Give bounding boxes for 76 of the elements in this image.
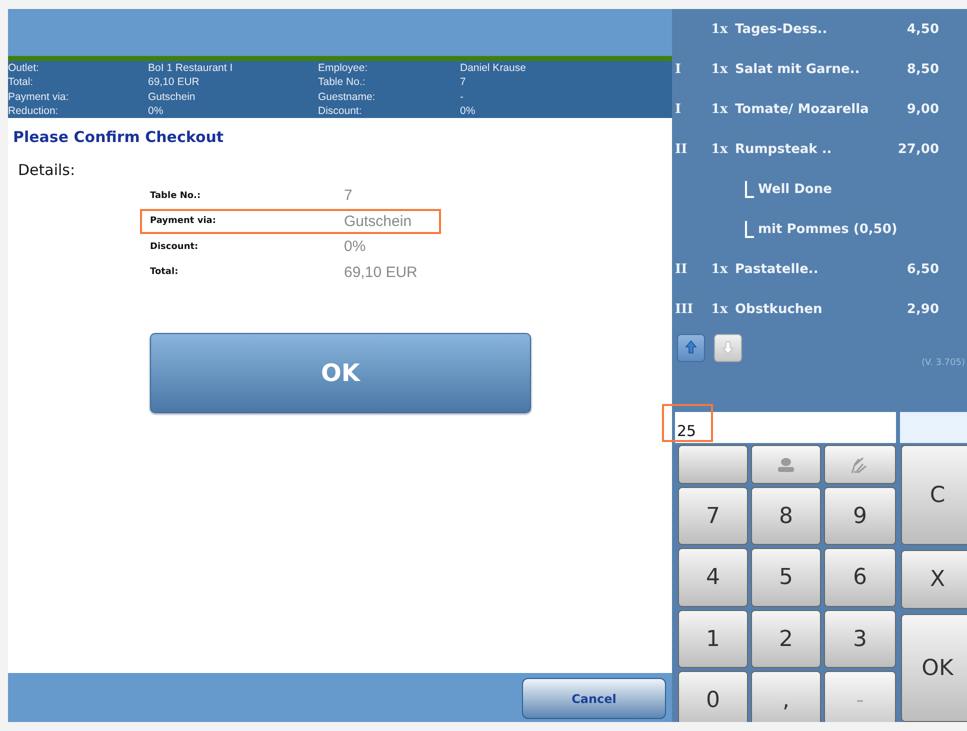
keypad-key[interactable]: 1 xyxy=(678,610,748,668)
keypad-key[interactable]: 4 xyxy=(678,548,748,607)
keypad-key[interactable]: 0 xyxy=(678,671,748,722)
item-quantity: 1x xyxy=(711,302,729,316)
course-label: II xyxy=(674,142,688,156)
info-label: Discount: xyxy=(318,104,363,118)
info-value: 69,10 EUR xyxy=(148,75,200,90)
course-label: I xyxy=(674,62,682,76)
item-name: Salat mit Garne.. xyxy=(735,62,861,76)
info-label: Guestname: xyxy=(318,90,376,104)
detail-label: Discount: xyxy=(149,242,200,252)
keypad-key[interactable]: 7 xyxy=(678,487,748,545)
detail-label: Total: xyxy=(149,267,180,278)
dialog-title: Please Confirm Checkout xyxy=(12,127,225,146)
version-label: (V. 3.705) xyxy=(921,358,965,368)
item-quantity: 1x xyxy=(711,22,729,36)
info-value: BoI 1 Restaurant I xyxy=(148,61,234,76)
up-arrow-icon xyxy=(684,340,698,356)
item-price: 6,50 xyxy=(906,262,939,276)
info-value: 7 xyxy=(460,75,467,90)
item-name: Tages-Dess.. xyxy=(735,22,828,36)
item-name: Rumpsteak .. xyxy=(735,142,833,156)
item-price: 2,90 xyxy=(906,302,939,316)
keypad-key[interactable]: , xyxy=(751,671,821,722)
item-name: Obstkuchen xyxy=(735,302,824,316)
item-quantity: 1x xyxy=(711,262,729,276)
item-quantity: 1x xyxy=(711,62,729,76)
detail-value: 69,10 EUR xyxy=(344,264,418,281)
modifier-corner-icon xyxy=(745,180,754,198)
item-quantity: 1x xyxy=(711,142,729,156)
course-label: III xyxy=(674,302,694,316)
detail-value: 7 xyxy=(344,187,352,204)
keypad-key[interactable]: OK xyxy=(901,614,967,722)
info-value: Gutschein xyxy=(148,90,196,104)
keypad-key[interactable]: X xyxy=(901,550,967,609)
info-label: Employee: xyxy=(318,61,369,76)
info-label: Table No.: xyxy=(318,75,366,90)
details-label: Details: xyxy=(17,160,76,179)
down-arrow-icon xyxy=(721,340,735,356)
keypad-key[interactable]: 6 xyxy=(824,548,896,607)
detail-label: Payment via: xyxy=(149,216,217,226)
modifier-name: mit Pommes (0,50) xyxy=(758,222,898,236)
item-price: 8,50 xyxy=(906,62,939,76)
course-label: II xyxy=(674,262,688,276)
info-value: 0% xyxy=(148,104,164,118)
input-field[interactable]: 25 xyxy=(675,412,896,443)
keypad-key[interactable]: 8 xyxy=(751,487,821,545)
keypad-key[interactable] xyxy=(678,445,748,484)
item-quantity: 1x xyxy=(711,102,729,116)
item-price: 27,00 xyxy=(896,142,939,156)
detail-label: Table No.: xyxy=(149,190,202,201)
scroll-up-button[interactable] xyxy=(677,334,705,362)
info-label: Reduction: xyxy=(8,104,60,118)
info-label: Total: xyxy=(8,75,34,90)
keypad-key[interactable]: 5 xyxy=(751,548,821,607)
keypad-key[interactable]: C xyxy=(901,445,967,545)
cancel-button[interactable]: Cancel xyxy=(522,678,666,719)
item-price: 4,50 xyxy=(906,22,939,36)
item-price: 9,00 xyxy=(906,102,939,116)
course-label: I xyxy=(674,102,682,116)
info-value: Daniel Krause xyxy=(460,61,527,76)
detail-value: 0% xyxy=(344,238,366,256)
info-label: Outlet: xyxy=(8,61,40,76)
keypad-key[interactable]: 3 xyxy=(824,610,896,668)
detail-value: Gutschein xyxy=(344,212,412,230)
keypad-key[interactable]: 2 xyxy=(751,610,821,668)
keypad-key[interactable]: 9 xyxy=(824,487,896,545)
item-name: Pastatelle.. xyxy=(735,262,820,276)
info-label: Payment via: xyxy=(8,90,70,104)
item-name: Tomate/ Mozarella xyxy=(735,102,870,116)
modifier-corner-icon xyxy=(745,220,754,238)
info-value: 0% xyxy=(460,104,476,118)
person-icon xyxy=(776,456,796,472)
info-value: - xyxy=(460,90,464,104)
display-panel xyxy=(900,412,967,443)
modifier-name: Well Done xyxy=(758,182,833,196)
